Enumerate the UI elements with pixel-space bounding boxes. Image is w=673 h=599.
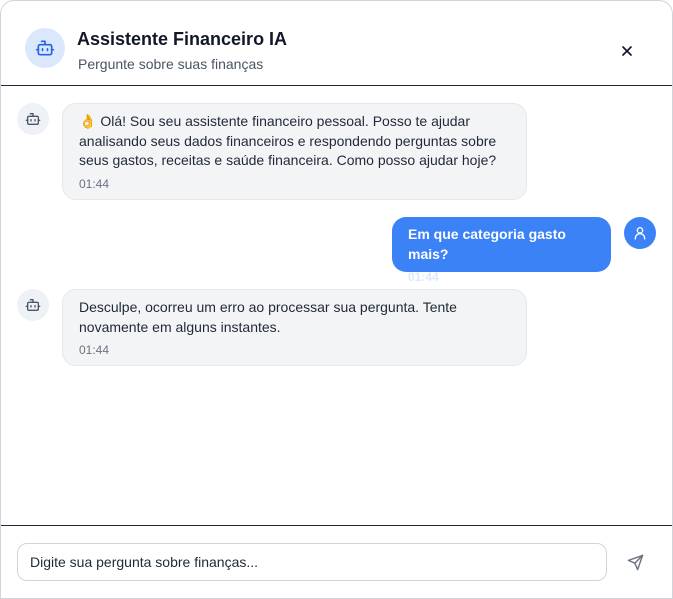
chat-input-bar [1,525,672,598]
user-icon [634,227,646,240]
bot-icon [25,299,41,311]
message-timestamp: 01:44 [79,176,110,191]
assistant-message-avatar [17,289,49,321]
chat-dialog: Assistente Financeiro IA Pergunte sobre … [0,0,673,599]
page-subtitle: Pergunte sobre suas finanças [78,56,264,72]
message-timestamp: 01:44 [79,343,110,357]
message-list: 👌 Olá! Sou seu assistente financeiro pes… [1,87,672,525]
question-input[interactable] [17,543,607,581]
bot-icon [25,113,41,125]
close-icon [622,46,632,56]
message-text: Desculpe, ocorreu um erro ao processar s… [79,299,457,335]
assistant-message-bubble: Desculpe, ocorreu um erro ao processar s… [62,289,527,366]
message-text: Em que categoria gasto mais? [408,226,566,262]
bot-icon [35,40,55,56]
assistant-avatar [25,28,65,68]
page-title: Assistente Financeiro IA [77,29,288,49]
user-message-avatar [624,217,656,249]
message-timestamp: 01:44 [408,270,439,284]
send-icon [627,554,643,570]
send-button[interactable] [621,548,649,576]
assistant-message-avatar [17,103,49,135]
chat-header: Assistente Financeiro IA Pergunte sobre … [1,1,672,86]
message-text: 👌 Olá! Sou seu assistente financeiro pes… [79,113,497,168]
assistant-message-bubble: 👌 Olá! Sou seu assistente financeiro pes… [62,103,527,200]
user-message-bubble: Em que categoria gasto mais? 01:44 [392,217,611,284]
close-button[interactable] [613,37,641,65]
